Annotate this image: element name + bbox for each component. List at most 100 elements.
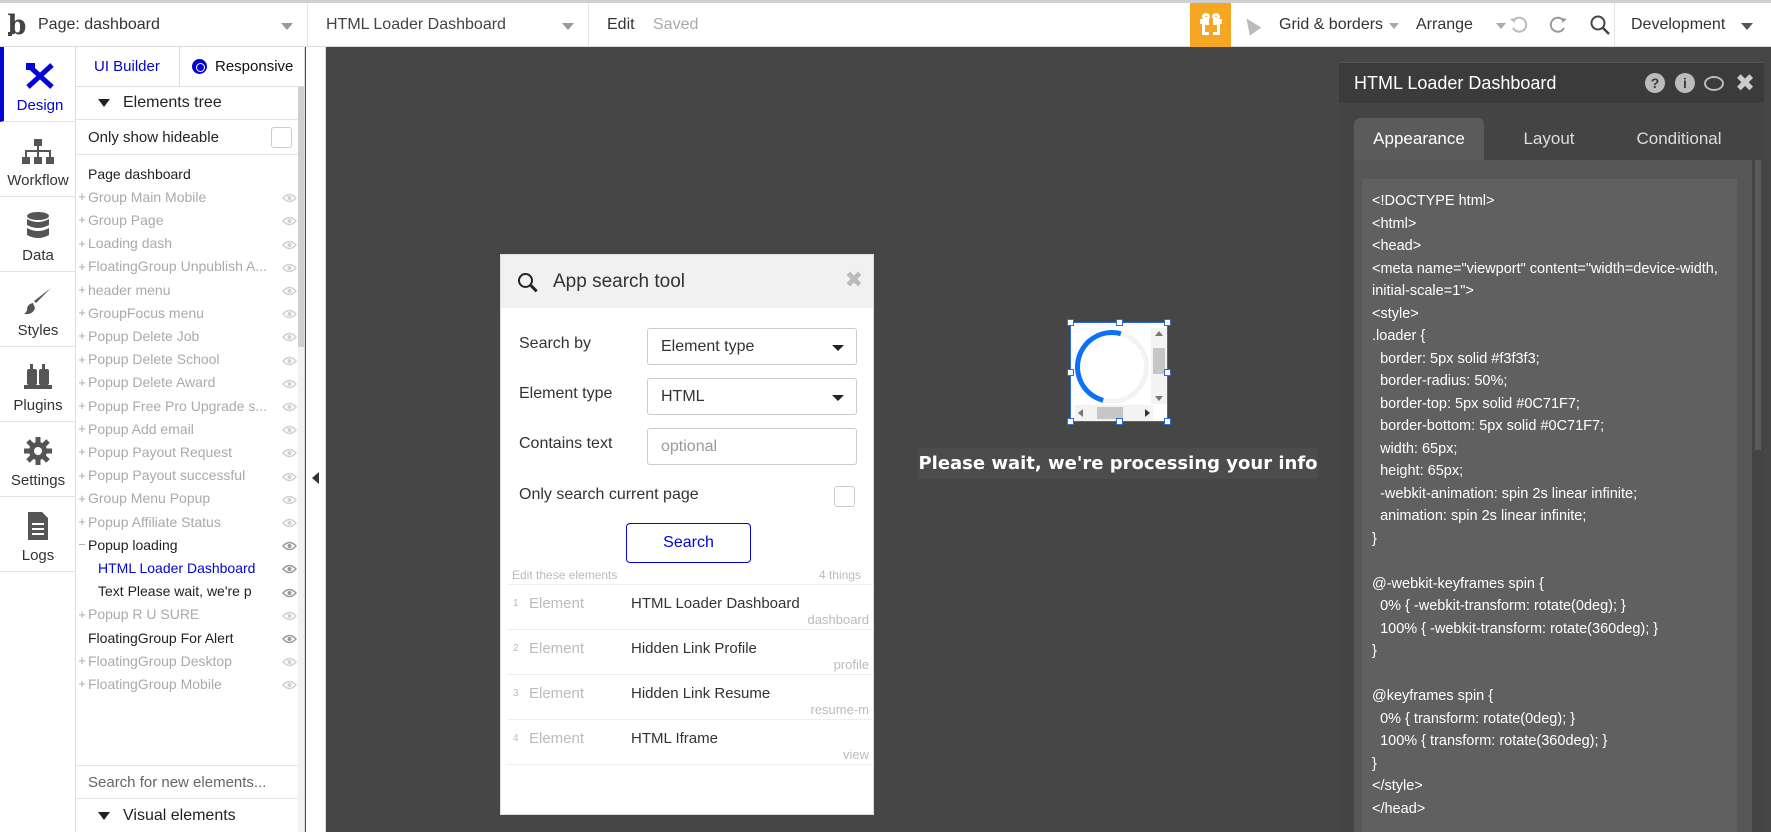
please-wait-text-element[interactable]: Please wait, we're processing your info — [918, 448, 1318, 479]
tree-item[interactable]: + header menu — [76, 278, 304, 301]
eye-icon[interactable] — [281, 399, 298, 412]
eye-icon[interactable] — [281, 422, 298, 435]
tree-item[interactable]: + Group Main Mobile — [76, 185, 304, 208]
eye-icon[interactable] — [281, 469, 298, 481]
redo-icon[interactable] — [1545, 3, 1571, 47]
eye-icon[interactable] — [281, 515, 298, 528]
collapse-left-icon[interactable] — [312, 472, 319, 484]
page-selector[interactable]: Page: dashboard — [38, 3, 308, 47]
eye-icon[interactable] — [281, 353, 298, 365]
eye-icon[interactable] — [281, 376, 298, 389]
search-result-row[interactable]: 1 Element HTML Loader Dashboard dashboard — [507, 584, 873, 629]
tree-item[interactable]: Text Please wait, we're p — [76, 580, 304, 603]
tree-item[interactable]: − Popup loading — [76, 533, 304, 556]
element-selector[interactable]: HTML Loader Dashboard — [326, 3, 589, 47]
tree-item[interactable]: + Popup Delete Award — [76, 371, 304, 394]
resize-handle[interactable] — [1116, 418, 1123, 425]
tree-item[interactable]: + Popup Add email — [76, 417, 304, 440]
grid-borders-menu[interactable]: Grid & borders — [1279, 3, 1405, 47]
expand-icon[interactable]: + — [76, 259, 88, 274]
expand-icon[interactable]: + — [76, 236, 88, 251]
tree-item[interactable]: + FloatingGroup Unpublish A... — [76, 255, 304, 278]
collapse-panel-strip[interactable] — [306, 47, 326, 832]
resize-handle[interactable] — [1164, 319, 1171, 326]
search-by-select[interactable]: Element type — [647, 328, 857, 365]
expand-icon[interactable]: + — [76, 398, 88, 413]
tree-item[interactable]: HTML Loader Dashboard — [76, 556, 304, 579]
expand-icon[interactable]: + — [76, 352, 88, 367]
collapse-icon[interactable]: − — [76, 537, 88, 552]
tree-item[interactable]: FloatingGroup For Alert — [76, 626, 304, 649]
contains-text-input[interactable]: optional — [647, 428, 857, 465]
tree-item[interactable]: + FloatingGroup Mobile — [76, 672, 304, 695]
eye-icon[interactable] — [281, 492, 298, 505]
tree-item[interactable]: + FloatingGroup Desktop — [76, 649, 304, 672]
html-loader-element[interactable] — [1061, 316, 1171, 425]
help-icon[interactable]: ? — [1645, 73, 1665, 93]
tab-responsive[interactable]: Responsive — [179, 47, 304, 86]
rail-workflow[interactable]: Workflow — [0, 122, 76, 197]
tree-item[interactable]: + Popup Payout successful — [76, 464, 304, 487]
search-new-elements-input[interactable]: Search for new elements... — [76, 765, 304, 799]
search-button[interactable]: Search — [626, 523, 751, 563]
eye-icon[interactable] — [281, 608, 298, 621]
environment-selector[interactable]: Development — [1621, 3, 1771, 47]
tab-conditional[interactable]: Conditional — [1614, 118, 1744, 160]
eye-icon[interactable] — [281, 283, 298, 296]
tree-item[interactable]: + Loading dash — [76, 232, 304, 255]
eye-icon[interactable] — [281, 654, 298, 667]
expand-icon[interactable]: + — [76, 676, 88, 691]
rail-plugins[interactable]: Plugins — [0, 347, 76, 422]
rail-design[interactable]: Design — [0, 47, 76, 122]
property-scrollbar[interactable] — [1755, 160, 1761, 450]
resize-handle[interactable] — [1067, 369, 1074, 376]
tree-item[interactable]: + Popup Payout Request — [76, 440, 304, 463]
resize-handle[interactable] — [1164, 369, 1171, 376]
eye-icon[interactable] — [281, 213, 298, 226]
resize-handle[interactable] — [1164, 418, 1171, 425]
close-icon[interactable]: ✖ — [1735, 69, 1755, 98]
gift-button[interactable] — [1190, 3, 1231, 47]
arrange-menu[interactable]: Arrange — [1416, 3, 1512, 47]
tree-item[interactable]: + Popup R U SURE — [76, 603, 304, 626]
eye-icon[interactable] — [281, 631, 298, 644]
tab-appearance[interactable]: Appearance — [1354, 118, 1484, 160]
expand-icon[interactable]: + — [76, 607, 88, 622]
only-current-page-checkbox[interactable] — [834, 486, 855, 507]
expand-icon[interactable]: + — [76, 491, 88, 506]
eye-icon[interactable] — [281, 585, 298, 597]
tab-ui-builder[interactable]: UI Builder — [94, 47, 160, 86]
rail-data[interactable]: Data — [0, 197, 76, 272]
html-code-editor[interactable]: <!DOCTYPE html> <html> <head> <meta name… — [1362, 179, 1737, 832]
tree-item[interactable]: + Popup Free Pro Upgrade s... — [76, 394, 304, 417]
visual-elements-header[interactable]: Visual elements — [76, 799, 304, 832]
expand-icon[interactable]: + — [76, 305, 88, 320]
tree-item[interactable]: + GroupFocus menu — [76, 301, 304, 324]
edit-menu[interactable]: Edit — [607, 3, 635, 47]
eye-icon[interactable] — [281, 306, 298, 319]
bubble-logo[interactable]: b — [4, 3, 30, 47]
eye-icon[interactable] — [281, 237, 298, 249]
eye-icon[interactable] — [281, 538, 298, 551]
eye-icon[interactable] — [281, 561, 298, 574]
expand-icon[interactable]: + — [76, 421, 88, 436]
expand-icon[interactable]: + — [76, 514, 88, 529]
expand-icon[interactable]: + — [76, 212, 88, 227]
expand-icon[interactable]: + — [76, 468, 88, 483]
tree-item[interactable]: + Popup Delete Job — [76, 324, 304, 347]
tree-item[interactable]: + Popup Delete School — [76, 348, 304, 371]
frame-horizontal-scrollbar[interactable] — [1075, 405, 1153, 421]
rail-logs[interactable]: Logs — [0, 497, 76, 572]
rail-settings[interactable]: Settings — [0, 422, 76, 497]
select-cursor-icon[interactable] — [1240, 3, 1262, 47]
tab-layout[interactable]: Layout — [1484, 118, 1614, 160]
eye-icon[interactable] — [281, 329, 298, 342]
info-icon[interactable]: i — [1675, 73, 1695, 93]
rail-styles[interactable]: Styles — [0, 272, 76, 347]
close-icon[interactable]: ✖ — [843, 269, 865, 291]
eye-icon[interactable] — [281, 677, 298, 690]
element-type-select[interactable]: HTML — [647, 378, 857, 415]
search-icon[interactable] — [1585, 3, 1615, 47]
eye-icon[interactable] — [281, 260, 298, 273]
tree-item[interactable]: Page dashboard — [76, 162, 304, 185]
